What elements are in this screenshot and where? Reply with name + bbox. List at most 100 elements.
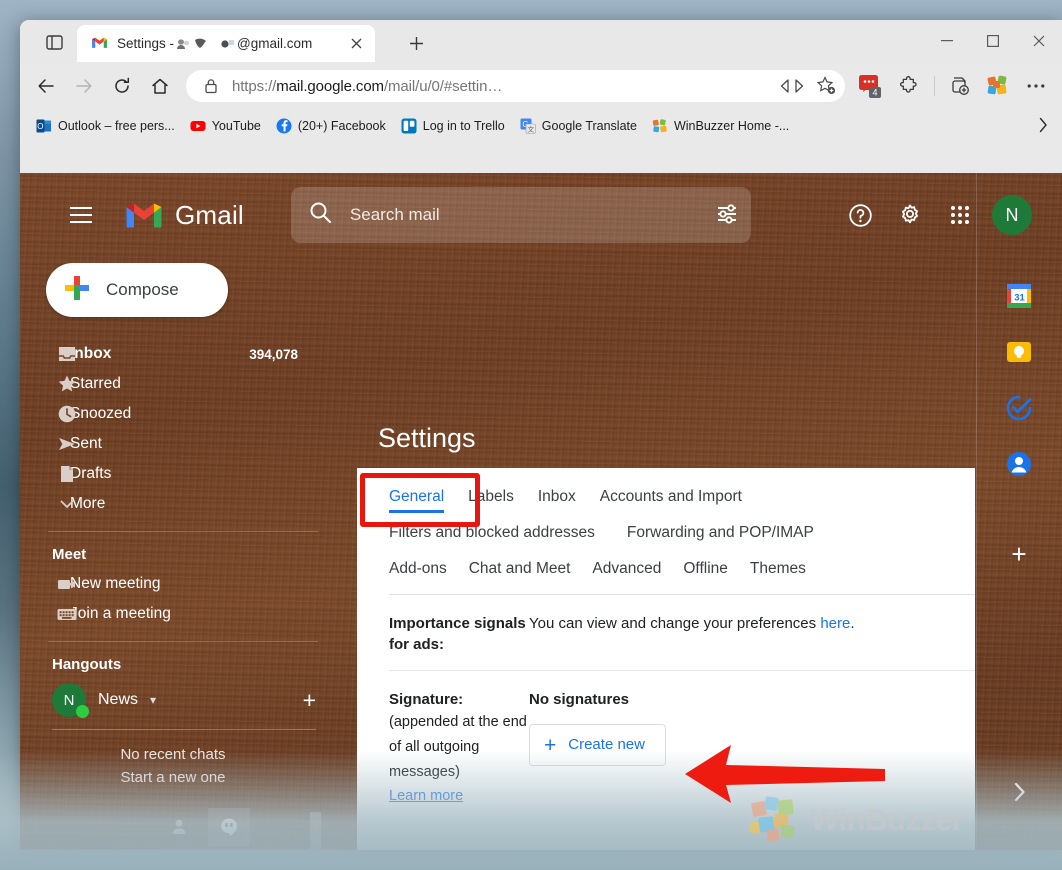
winbuzzer-logo-icon xyxy=(749,796,795,842)
bookmark-facebook[interactable]: (20+) Facebook xyxy=(270,115,392,137)
compose-button[interactable]: Compose xyxy=(46,263,228,317)
tab-forwarding-and-pop-imap[interactable]: Forwarding and POP/IMAP xyxy=(627,518,814,554)
tab-filters-and-blocked-addresses[interactable]: Filters and blocked addresses xyxy=(389,518,595,554)
read-aloud-icon[interactable] xyxy=(779,73,805,99)
tab-chat-and-meet[interactable]: Chat and Meet xyxy=(469,554,571,590)
signature-label-block: Signature: (appended at the end of all o… xyxy=(389,689,529,807)
address-bar[interactable]: https://mail.google.com/mail/u/0/#settin… xyxy=(186,70,845,102)
profile-icon[interactable] xyxy=(980,68,1016,104)
star-icon xyxy=(56,373,78,395)
avatar[interactable]: N xyxy=(992,195,1032,235)
emoji-glyph-people xyxy=(176,37,191,50)
tab-add-ons[interactable]: Add-ons xyxy=(389,554,447,590)
importance-here-link[interactable]: here xyxy=(820,615,850,632)
hangouts-avatar: N xyxy=(52,683,89,718)
toolbar-divider xyxy=(934,76,935,96)
importance-signals-label: Importance signals for ads: xyxy=(389,615,526,654)
sidebar-item-sent[interactable]: Sent xyxy=(26,429,340,459)
send-icon xyxy=(56,433,78,455)
google-calendar-icon[interactable]: 31 xyxy=(1004,281,1034,311)
forward-icon[interactable] xyxy=(66,68,102,104)
tab-labels[interactable]: Labels xyxy=(468,482,514,518)
emoji-glyph-bird xyxy=(193,37,208,50)
sidebar-footer xyxy=(20,803,340,850)
sidebar-item-drafts[interactable]: Drafts xyxy=(26,459,340,489)
calendar-day-number: 31 xyxy=(1014,293,1025,304)
settings-tabs-row-2: Filters and blocked addresses Forwarding… xyxy=(389,518,975,554)
tab-general[interactable]: General xyxy=(389,482,445,518)
help-icon[interactable] xyxy=(842,197,878,233)
browser-tab[interactable]: Settings - @gmail.com xyxy=(77,25,375,62)
back-icon[interactable] xyxy=(28,68,64,104)
sidebar-item-more[interactable]: More xyxy=(26,489,340,519)
collections-icon[interactable] xyxy=(942,68,978,104)
signature-learn-more-link[interactable]: Learn more xyxy=(389,788,463,804)
clock-icon xyxy=(56,403,78,425)
main-menu-icon[interactable] xyxy=(58,192,104,238)
bookmark-outlook[interactable]: O Outlook – free pers... xyxy=(30,115,181,137)
reload-icon[interactable] xyxy=(104,68,140,104)
gmail-page: Gmail Search mail N Compose Inbox 394,07… xyxy=(20,173,1062,850)
bookmark-google-translate[interactable]: G文 Google Translate xyxy=(514,115,643,137)
google-keep-icon[interactable] xyxy=(1004,337,1034,367)
sidebar-item-new-meeting[interactable]: New meeting xyxy=(26,569,340,599)
expand-side-panel-icon[interactable] xyxy=(1013,782,1026,808)
close-tab-icon[interactable] xyxy=(345,33,367,55)
chevron-down-icon[interactable]: ▾ xyxy=(150,693,156,707)
tab-actions-icon[interactable] xyxy=(41,29,67,55)
maximize-button[interactable] xyxy=(970,20,1016,62)
sidebar-scrollbar[interactable] xyxy=(310,812,321,850)
importance-signals-value: You can view and change your preferences… xyxy=(529,613,975,656)
tab-offline[interactable]: Offline xyxy=(683,554,728,590)
plus-icon: + xyxy=(544,733,557,757)
setting-row-importance-signals: Importance signals for ads: You can view… xyxy=(357,595,975,656)
hangouts-icon[interactable] xyxy=(208,807,250,846)
bookmark-trello[interactable]: Log in to Trello xyxy=(395,115,511,137)
watermark: WinBuzzer xyxy=(748,792,964,848)
gmail-sidebar: Compose Inbox 394,078 Starred Snoozed Se… xyxy=(20,257,340,850)
contacts-icon[interactable] xyxy=(158,808,200,846)
video-camera-icon xyxy=(56,573,78,595)
search-icon xyxy=(309,201,332,229)
sidebar-item-starred[interactable]: Starred xyxy=(26,369,340,399)
gmail-logo[interactable]: Gmail xyxy=(124,200,244,231)
tab-themes[interactable]: Themes xyxy=(750,554,806,590)
home-icon[interactable] xyxy=(142,68,178,104)
add-favorite-icon[interactable] xyxy=(813,73,839,99)
settings-tabs-row-1: General Labels Inbox Accounts and Import xyxy=(389,482,975,518)
tab-advanced[interactable]: Advanced xyxy=(592,554,661,590)
settings-more-icon[interactable] xyxy=(1018,68,1054,104)
tune-icon[interactable] xyxy=(715,201,739,230)
tab-accounts-and-import[interactable]: Accounts and Import xyxy=(600,482,742,518)
importance-text-before: You can view and change your preferences xyxy=(529,615,821,632)
google-contacts-icon[interactable] xyxy=(1004,449,1034,479)
new-conversation-icon[interactable]: + xyxy=(303,688,316,712)
hangouts-user-row[interactable]: N News ▾ + xyxy=(26,679,340,718)
start-new-chat-link[interactable]: Start a new one xyxy=(26,767,320,790)
sidebar-item-join-meeting[interactable]: Join a meeting xyxy=(26,599,340,629)
add-side-panel-app-icon[interactable]: + xyxy=(1011,541,1026,567)
site-lock-icon[interactable] xyxy=(198,73,224,99)
minimize-button[interactable] xyxy=(924,20,970,62)
sidebar-item-snoozed[interactable]: Snoozed xyxy=(26,399,340,429)
extensions-puzzle-icon[interactable] xyxy=(891,68,927,104)
google-tasks-icon[interactable] xyxy=(1004,393,1034,423)
bookmark-youtube[interactable]: YouTube xyxy=(184,115,267,137)
bookmarks-bar: O Outlook – free pers... YouTube (20+) F… xyxy=(20,110,1062,141)
google-apps-icon[interactable] xyxy=(942,197,978,233)
svg-text:文: 文 xyxy=(527,124,534,133)
close-window-button[interactable] xyxy=(1016,20,1062,62)
settings-tabs-row-3: Add-ons Chat and Meet Advanced Offline T… xyxy=(389,554,975,590)
sidebar-item-inbox[interactable]: Inbox 394,078 xyxy=(26,339,340,369)
compose-label: Compose xyxy=(106,280,179,299)
bookmarks-overflow-icon[interactable] xyxy=(1032,114,1054,136)
new-tab-button[interactable] xyxy=(402,30,430,56)
signature-sublabel: (appended at the end of all outgoing mes… xyxy=(389,713,527,780)
extension-badge-icon[interactable]: 4 xyxy=(853,68,889,104)
tab-inbox[interactable]: Inbox xyxy=(538,482,576,518)
bookmark-winbuzzer[interactable]: WinBuzzer Home -... xyxy=(646,115,795,137)
search-input[interactable]: Search mail xyxy=(290,187,751,243)
create-new-signature-button[interactable]: + Create new xyxy=(529,724,666,767)
settings-gear-icon[interactable] xyxy=(892,197,928,233)
google-translate-icon: G文 xyxy=(520,118,536,134)
